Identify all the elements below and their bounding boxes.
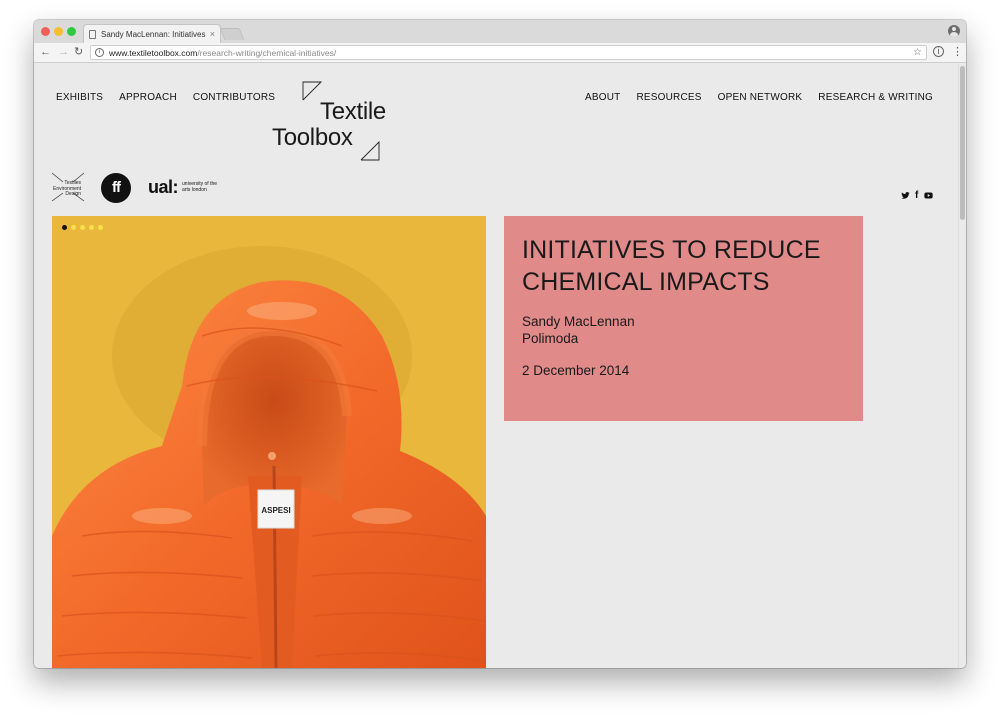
primary-nav-left: EXHIBITS APPROACH CONTRIBUTORS bbox=[56, 92, 275, 103]
url-text[interactable]: www.textiletoolbox.com/research-writing/… bbox=[109, 48, 913, 58]
page-icon bbox=[89, 29, 96, 39]
info-icon[interactable]: i bbox=[95, 48, 104, 57]
url-path: /research-writing/chemical-initiatives/ bbox=[197, 47, 337, 58]
slider-dots bbox=[62, 225, 103, 230]
facebook-icon[interactable]: f bbox=[915, 191, 918, 201]
tab-strip: Sandy MacLennan: Initiatives t × bbox=[34, 20, 966, 43]
jacket-photo: ASPESI bbox=[52, 216, 486, 668]
twitter-icon[interactable] bbox=[901, 191, 910, 200]
nav-exhibits[interactable]: EXHIBITS bbox=[56, 92, 103, 103]
nav-approach[interactable]: APPROACH bbox=[119, 92, 177, 103]
logo-line-textile: Textile bbox=[320, 98, 386, 125]
ual-text: university of the arts london bbox=[182, 181, 218, 193]
close-window-button[interactable] bbox=[41, 27, 50, 36]
nav-contributors[interactable]: CONTRIBUTORS bbox=[193, 92, 275, 103]
social-links: f bbox=[901, 191, 934, 201]
browser-window: Sandy MacLennan: Initiatives t × ← → ↻ i… bbox=[34, 20, 966, 668]
slider-dot-5[interactable] bbox=[98, 225, 103, 230]
slider-dot-4[interactable] bbox=[89, 225, 94, 230]
reload-button[interactable]: ↻ bbox=[74, 45, 83, 59]
slider-dot-2[interactable] bbox=[71, 225, 76, 230]
menu-icon[interactable]: ⋮ bbox=[952, 45, 963, 59]
nav-research-writing[interactable]: RESEARCH & WRITING bbox=[818, 92, 933, 103]
logo-line-toolbox: Toolbox bbox=[272, 124, 353, 151]
back-button[interactable]: ← bbox=[40, 45, 51, 59]
browser-tab-active[interactable]: Sandy MacLennan: Initiatives t × bbox=[83, 24, 221, 43]
extension-icon[interactable]: i bbox=[933, 46, 944, 57]
youtube-icon[interactable] bbox=[923, 191, 934, 200]
forward-button[interactable]: → bbox=[58, 45, 69, 59]
scrollbar-thumb[interactable] bbox=[960, 66, 965, 220]
primary-nav-right: ABOUT RESOURCES OPEN NETWORK RESEARCH & … bbox=[585, 92, 933, 103]
article-info-card: INITIATIVES TO REDUCE CHEMICAL IMPACTS S… bbox=[504, 216, 863, 421]
star-icon[interactable]: ☆ bbox=[913, 47, 922, 58]
slider-dot-1[interactable] bbox=[62, 225, 67, 230]
nav-open-network[interactable]: OPEN NETWORK bbox=[718, 92, 803, 103]
logo-triangle-top bbox=[302, 81, 322, 101]
url-host: www.textiletoolbox.com bbox=[109, 47, 198, 58]
tab-title: Sandy MacLennan: Initiatives t bbox=[101, 29, 207, 39]
jacket-label-text: ASPESI bbox=[261, 506, 290, 515]
nav-resources[interactable]: RESOURCES bbox=[636, 92, 701, 103]
logo-triangle-bottom bbox=[360, 141, 380, 161]
address-bar[interactable]: i www.textiletoolbox.com/research-writin… bbox=[90, 45, 927, 60]
article-author: Sandy MacLennan bbox=[522, 314, 635, 329]
partner-ual-logo[interactable]: ual: university of the arts london bbox=[148, 177, 222, 198]
web-page: EXHIBITS APPROACH CONTRIBUTORS Textile T… bbox=[34, 64, 958, 668]
browser-toolbar: ← → ↻ i www.textiletoolbox.com/research-… bbox=[34, 43, 966, 63]
ted-logo-text: Textiles Environment Design bbox=[53, 180, 82, 197]
scrollbar[interactable] bbox=[958, 64, 966, 668]
partner-ff-logo[interactable]: ff bbox=[101, 173, 131, 203]
hero-image-slider[interactable]: ASPESI bbox=[52, 216, 486, 668]
new-tab-button[interactable] bbox=[219, 28, 245, 40]
slider-dot-3[interactable] bbox=[80, 225, 85, 230]
ual-mark: ual: bbox=[148, 177, 179, 197]
minimize-window-button[interactable] bbox=[54, 27, 63, 36]
maximize-window-button[interactable] bbox=[67, 27, 76, 36]
article-organization: Polimoda bbox=[522, 331, 579, 346]
partner-ted-logo[interactable]: Textiles Environment Design bbox=[51, 172, 85, 202]
article-date: 2 December 2014 bbox=[522, 363, 630, 378]
tab-close-icon[interactable]: × bbox=[210, 29, 215, 39]
article-title: INITIATIVES TO REDUCE CHEMICAL IMPACTS bbox=[522, 236, 821, 296]
nav-about[interactable]: ABOUT bbox=[585, 92, 620, 103]
site-logo[interactable]: Textile Toolbox bbox=[270, 81, 396, 163]
profile-icon[interactable] bbox=[948, 25, 960, 37]
